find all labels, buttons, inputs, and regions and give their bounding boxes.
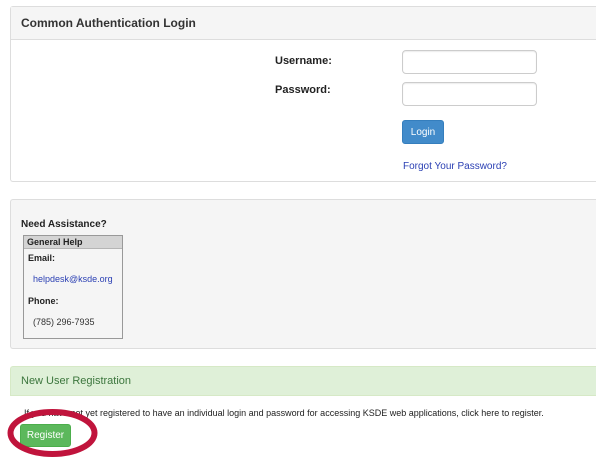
login-button[interactable]: Login bbox=[402, 120, 444, 144]
phone-value: (785) 296-7935 bbox=[33, 317, 95, 327]
login-panel: Common Authentication Login Username: Pa… bbox=[10, 6, 596, 182]
password-input[interactable] bbox=[402, 82, 537, 106]
registration-body: If you have not yet registered to have a… bbox=[10, 396, 596, 458]
email-label: Email: bbox=[28, 253, 56, 263]
username-input[interactable] bbox=[402, 50, 537, 74]
forgot-password-link[interactable]: Forgot Your Password? bbox=[403, 161, 507, 172]
register-button[interactable]: Register bbox=[20, 424, 71, 447]
registration-heading: New User Registration bbox=[10, 366, 596, 396]
general-help-box: General Help Email: helpdesk@ksde.org Ph… bbox=[23, 235, 123, 339]
general-help-header: General Help bbox=[24, 236, 122, 249]
username-label: Username: bbox=[275, 55, 332, 67]
registration-text: If you have not yet registered to have a… bbox=[24, 408, 544, 418]
assistance-title: Need Assistance? bbox=[21, 219, 107, 230]
phone-label: Phone: bbox=[28, 296, 59, 306]
password-label: Password: bbox=[275, 84, 331, 96]
helpdesk-email-link[interactable]: helpdesk@ksde.org bbox=[33, 274, 113, 284]
assistance-panel: Need Assistance? General Help Email: hel… bbox=[10, 199, 596, 349]
login-panel-title: Common Authentication Login bbox=[11, 7, 596, 40]
